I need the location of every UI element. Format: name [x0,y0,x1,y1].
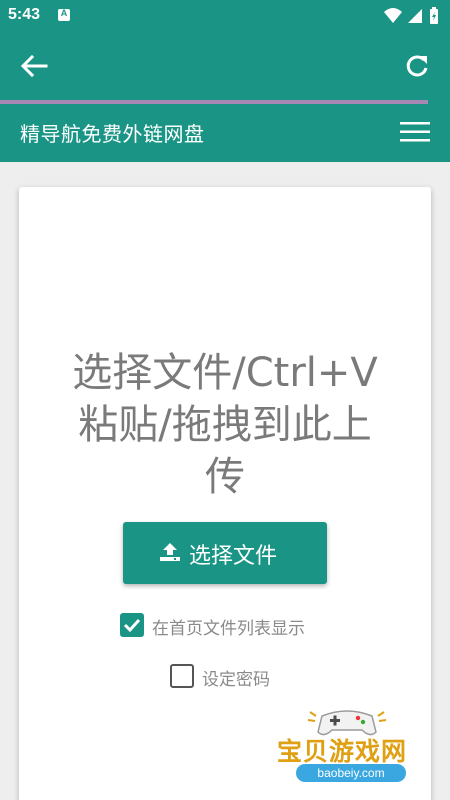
site-header: 精导航免费外链网盘 [0,104,450,162]
prompt-line: 传 [205,454,245,500]
site-title[interactable]: 精导航免费外链网盘 [20,118,205,147]
watermark-text: 宝贝游戏网 [277,737,408,766]
show-on-home-checkbox[interactable] [120,613,144,637]
app-bar [0,32,450,100]
arrow-left-icon[interactable] [18,52,50,80]
prompt-line: 粘贴/拖拽到此上 [78,402,372,448]
refresh-icon[interactable] [402,52,432,80]
upload-icon [160,543,180,561]
set-password-option[interactable]: 设定密码 [170,664,310,690]
wifi-icon [384,8,402,23]
show-on-home-option[interactable]: 在首页文件列表显示 [120,613,350,639]
set-password-label: 设定密码 [202,670,270,690]
status-time: 5:43 [8,6,41,23]
status-bar: 5:43 A [0,0,450,32]
notification-icon: A [58,8,70,21]
prompt-line: 选择文件/Ctrl+V [72,350,378,396]
battery-icon [430,7,438,24]
status-icons [384,7,438,24]
upload-drop-prompt: 选择文件/Ctrl+V 粘贴/拖拽到此上 传 [39,347,411,503]
show-on-home-label: 在首页文件列表显示 [152,619,305,639]
watermark-logo: 宝贝游戏网 baobeiy.com [272,702,422,794]
set-password-checkbox[interactable] [170,664,194,688]
signal-icon [408,9,422,23]
choose-file-label: 选择文件 [189,544,278,569]
hamburger-menu-icon[interactable] [400,120,430,144]
choose-file-button[interactable]: 选择文件 [123,522,327,584]
checkmark-icon [123,618,141,633]
notification-letter: A [60,8,68,18]
watermark-url: baobeiy.com [296,764,406,782]
